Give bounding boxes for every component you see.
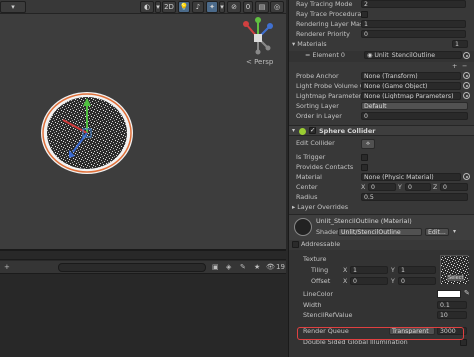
addressable-checkbox[interactable] (292, 241, 299, 248)
filter-icon[interactable]: ▣ (212, 263, 219, 271)
sorting-layer-dropdown[interactable]: Default (361, 102, 468, 110)
effects-toggle-icon[interactable]: ✦ (206, 1, 218, 13)
prop-is-trigger: Is Trigger (289, 153, 474, 162)
sphere-object[interactable] (39, 90, 135, 176)
prop-line-color: LineColor ✎ (303, 289, 470, 298)
is-trigger-checkbox[interactable] (361, 154, 368, 161)
materials-label: ▾ Materials (292, 40, 327, 48)
foldout-chevron-icon[interactable]: ▾ (292, 127, 295, 134)
orientation-gizmo[interactable] (238, 16, 278, 56)
hidden-package-count: 19 (276, 263, 285, 271)
light-probe-picker-icon[interactable] (463, 82, 470, 89)
provides-contacts-checkbox[interactable] (361, 164, 368, 171)
layer-overrides-foldout[interactable]: ▸ Layer Overrides (289, 203, 474, 212)
prop-sorting-layer: Sorting Layer Default (289, 102, 474, 111)
effects-chevron-icon[interactable]: ▾ (219, 1, 225, 13)
add-icon[interactable]: + (4, 263, 10, 271)
inspector-panel: Ray Tracing Mode 2 Ray Trace Procedural … (288, 0, 474, 357)
sphere-collider-icon (299, 128, 306, 135)
collider-material-picker-icon[interactable] (463, 173, 470, 180)
prop-provides-contacts: Provides Contacts (289, 163, 474, 172)
search-input[interactable] (58, 263, 206, 272)
prop-rendering-layer-mask: Rendering Layer Mask 1 (289, 20, 474, 29)
prop-center: Center X 0 Y 0 Z 0 (289, 183, 474, 192)
orientation-gizmo-button[interactable]: ◐ (140, 1, 154, 13)
add-element-icon[interactable]: + (452, 62, 457, 71)
eyedropper-icon[interactable]: ✎ (464, 289, 470, 297)
ray-trace-procedural-checkbox[interactable] (361, 11, 368, 18)
prop-width: Width 0.1 (289, 301, 474, 310)
prop-ray-trace-procedural: Ray Trace Procedural (289, 10, 474, 19)
element-0-picker-icon[interactable] (463, 52, 470, 59)
panel-toolbar: + ▣ ◈ ✎ ★ 👁 19 (0, 261, 286, 274)
prop-lightmap-parameters: Lightmap Parameters None (Lightmap Param… (289, 92, 474, 101)
prop-ray-tracing-mode: Ray Tracing Mode 2 (289, 0, 474, 9)
shader-edit-button[interactable]: Edit... (425, 228, 449, 236)
line-color-swatch[interactable] (437, 290, 461, 298)
probe-anchor-picker-icon[interactable] (463, 72, 470, 79)
shader-options-icon[interactable]: ▾ (453, 228, 456, 235)
prop-collider-material: Material None (Physic Material) (289, 173, 474, 182)
gizmos-icon[interactable]: ◎ (270, 1, 284, 13)
material-name: Unlit_StencilOutline (Material) (316, 217, 412, 225)
shader-dropdown[interactable]: Unlit/StencilOutline (338, 228, 422, 236)
draw-mode-dropdown[interactable]: ▾ (0, 1, 26, 13)
shader-label: Shader (316, 228, 339, 236)
star-icon[interactable]: ★ (254, 263, 260, 271)
addressable-row: Addressable (289, 240, 474, 249)
lightmap-picker-icon[interactable] (463, 92, 470, 99)
eye-icon[interactable]: 👁 (266, 263, 275, 271)
prop-tiling: Tiling X 1 Y 1 (289, 266, 474, 275)
camera-settings-icon[interactable]: ▤ (255, 1, 269, 13)
prop-stencil-ref: StencilRefValue 10 (289, 311, 474, 320)
orientation-chevron-icon[interactable]: ▾ (155, 1, 161, 13)
materials-foldout[interactable]: ▾ Materials 1 (289, 40, 474, 49)
sphere-collider-header[interactable]: ▾ Sphere Collider (289, 125, 474, 136)
sphere-collider-enabled-checkbox[interactable] (309, 126, 316, 134)
prop-offset: Offset X 0 Y 0 (289, 277, 474, 286)
lighting-toggle-icon[interactable]: 💡 (178, 1, 190, 13)
prop-radius: Radius 0.5 (289, 193, 474, 202)
hidden-count: 0 (243, 1, 253, 13)
2d-toggle[interactable]: 2D (162, 1, 176, 13)
material-header: Unlit_StencilOutline (Material) Shader U… (289, 214, 474, 240)
label-filter-icon[interactable]: ✎ (240, 263, 246, 271)
double-sided-gi-checkbox[interactable] (460, 339, 467, 346)
type-filter-icon[interactable]: ◈ (226, 263, 231, 271)
material-preview-icon (294, 218, 312, 236)
edit-collider-button[interactable]: ⟡ (361, 139, 375, 149)
materials-list-buttons: + − (289, 62, 474, 71)
prop-edit-collider: Edit Collider ⟡ (289, 139, 474, 150)
perspective-label[interactable]: < Persp (246, 58, 273, 66)
scene-toolbar: ▾ ◐ ▾ 2D 💡 ♪ ✦ ▾ ⊘ 0 ▤ ◎ (0, 0, 286, 14)
element-0-field[interactable]: ◉ Unlit_StencilOutline (364, 51, 462, 59)
project-panel: + ▣ ◈ ✎ ★ 👁 19 (0, 249, 286, 357)
materials-element-0: = Element 0 ◉ Unlit_StencilOutline (289, 51, 474, 62)
hidden-objects-icon[interactable]: ⊘ (227, 1, 241, 13)
panel-tab-strip (0, 251, 286, 260)
prop-renderer-priority: Renderer Priority 0 (289, 30, 474, 39)
material-properties: Texture Select Tiling X 1 Y 1 Offset X 0… (289, 250, 474, 357)
materials-count[interactable]: 1 (452, 40, 468, 48)
width-highlight-annotation (297, 327, 464, 340)
prop-probe-anchor: Probe Anchor None (Transform) (289, 72, 474, 81)
remove-element-icon[interactable]: − (462, 62, 467, 71)
scene-view[interactable]: ▾ ◐ ▾ 2D 💡 ♪ ✦ ▾ ⊘ 0 ▤ ◎ < Persp (0, 0, 286, 249)
prop-order-in-layer: Order in Layer 0 (289, 112, 474, 121)
prop-light-probe-volume: Light Probe Volume Ov None (Game Object) (289, 82, 474, 91)
audio-toggle-icon[interactable]: ♪ (192, 1, 204, 13)
